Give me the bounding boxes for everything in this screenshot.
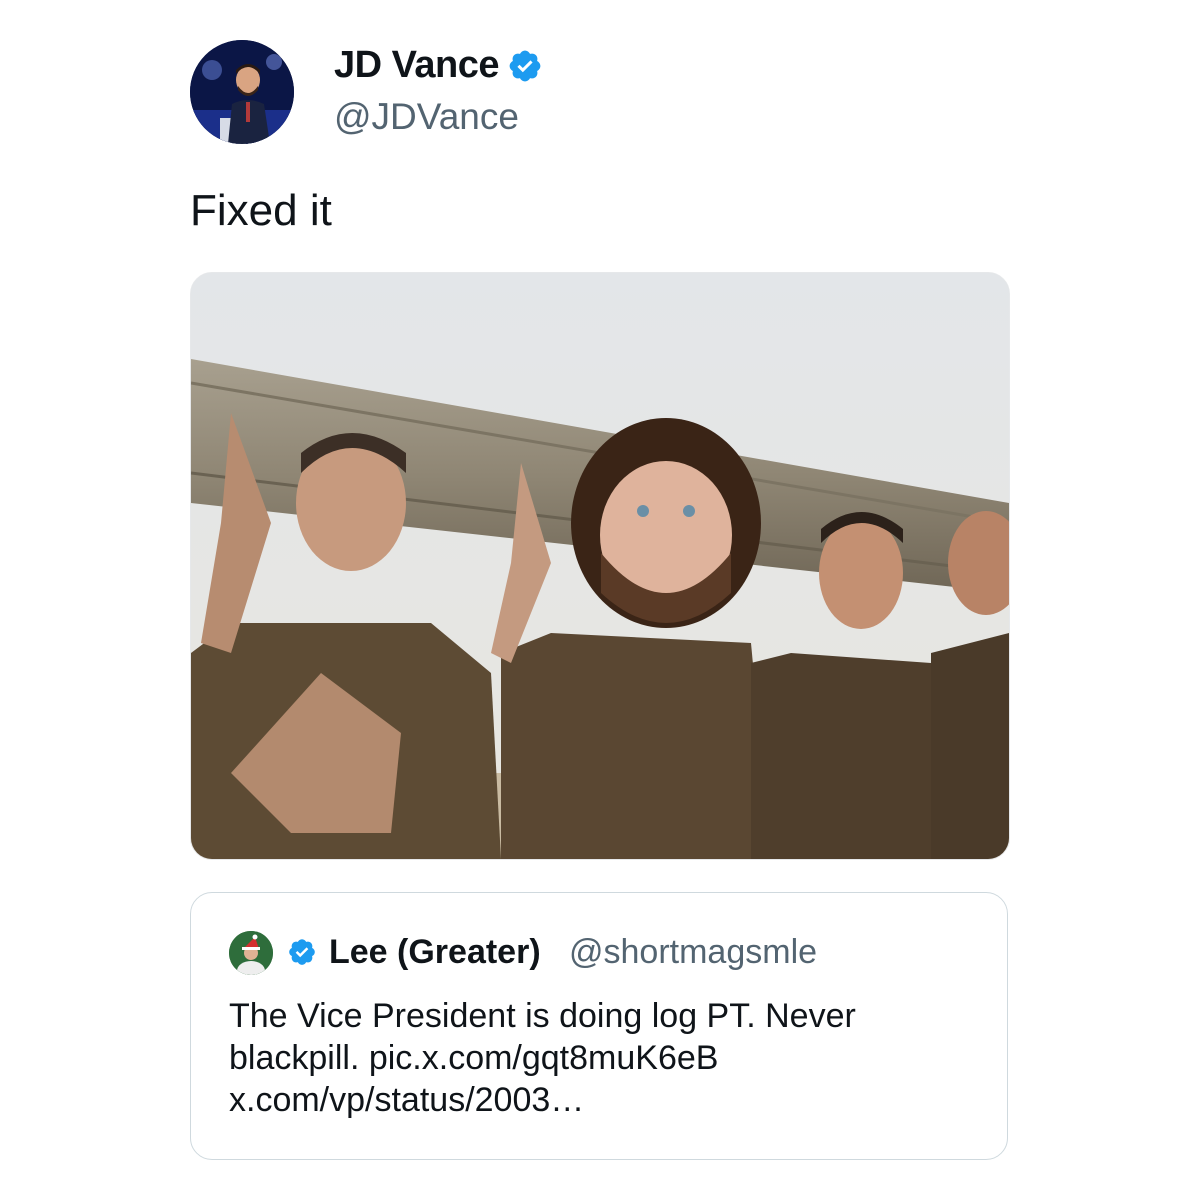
- quoted-text-line: The Vice President is doing log PT. Neve…: [229, 997, 856, 1035]
- verified-badge-icon: [289, 939, 315, 965]
- author-display-name[interactable]: JD Vance: [334, 44, 500, 87]
- author-name-row: JD Vance: [334, 44, 543, 87]
- photo-icon: [191, 273, 1009, 859]
- quoted-author-avatar[interactable]: [229, 931, 273, 975]
- author-avatar[interactable]: [190, 40, 294, 144]
- quoted-text-line[interactable]: x.com/vp/status/2003…: [229, 1079, 969, 1121]
- author-handle[interactable]: @JDVance: [334, 96, 519, 138]
- tweet-text: Fixed it: [190, 186, 332, 235]
- quoted-author-handle[interactable]: @shortmagsmle: [569, 933, 817, 972]
- quoted-author-name[interactable]: Lee (Greater): [329, 933, 541, 972]
- profile-photo-icon: [190, 40, 294, 144]
- quoted-tweet-card[interactable]: Lee (Greater) @shortmagsmle The Vice Pre…: [190, 892, 1008, 1160]
- profile-photo-icon: [229, 931, 273, 975]
- tweet-media-photo[interactable]: [190, 272, 1010, 860]
- verified-badge-icon: [509, 50, 541, 81]
- tweet-card: JD Vance @JDVance Fixed it Lee (Greater)…: [0, 0, 1200, 1200]
- quoted-text-line[interactable]: blackpill. pic.x.com/gqt8muK6eB: [229, 1037, 969, 1079]
- quoted-tweet-text: The Vice President is doing log PT. Neve…: [229, 995, 969, 1121]
